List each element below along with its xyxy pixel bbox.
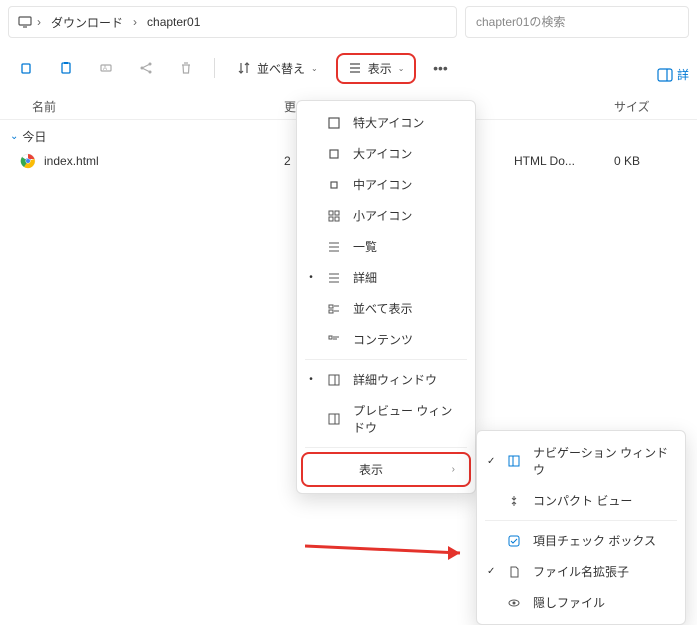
svg-text:A: A (103, 66, 107, 72)
menu-item-item-checkboxes[interactable]: 項目チェック ボックス (477, 525, 685, 556)
col-name[interactable]: 名前 (14, 98, 284, 115)
menu-item-compact-view[interactable]: コンパクト ビュー (477, 485, 685, 516)
share-icon[interactable] (130, 52, 162, 84)
eye-icon (505, 596, 523, 610)
separator (214, 58, 215, 78)
menu-item-tiles[interactable]: 並べて表示 (297, 293, 475, 324)
show-submenu: ✓ナビゲーション ウィンドウ コンパクト ビュー 項目チェック ボックス ✓ファ… (476, 430, 686, 625)
separator (305, 359, 467, 360)
grid-icon (325, 209, 343, 223)
col-type[interactable] (514, 98, 614, 115)
menu-item-show-submenu[interactable]: 表示› (301, 452, 471, 487)
monitor-icon (17, 14, 33, 30)
square-icon (325, 147, 343, 161)
square-icon (325, 116, 343, 130)
breadcrumb-item-chapter01[interactable]: chapter01 (141, 13, 206, 31)
panel-icon (325, 412, 343, 426)
breadcrumb[interactable]: › ダウンロード › chapter01 (8, 6, 457, 38)
copy-icon[interactable] (10, 52, 42, 84)
menu-item-list[interactable]: 一覧 (297, 231, 475, 262)
chevron-down-icon: ⌄ (398, 64, 405, 73)
section-label: 今日 (22, 128, 46, 145)
panel-icon (325, 373, 343, 387)
list-icon (325, 271, 343, 285)
details-toggle[interactable]: 詳 (657, 66, 689, 83)
menu-item-navigation-window[interactable]: ✓ナビゲーション ウィンドウ (477, 437, 685, 485)
checkbox-icon (505, 534, 523, 548)
view-label: 表示 (368, 60, 392, 77)
list-icon (348, 61, 362, 75)
compact-icon (505, 494, 523, 508)
annotation-arrow (305, 538, 475, 568)
sort-label: 並べ替え (257, 60, 305, 77)
square-icon (325, 178, 343, 192)
col-size[interactable]: サイズ (614, 98, 683, 115)
details-label: 詳 (677, 66, 689, 83)
menu-item-extra-large-icons[interactable]: 特大アイコン (297, 107, 475, 138)
tiles-icon (325, 302, 343, 316)
menu-item-details[interactable]: •詳細 (297, 262, 475, 293)
chevron-right-icon: › (131, 15, 139, 29)
delete-icon[interactable] (170, 52, 202, 84)
menu-item-large-icons[interactable]: 大アイコン (297, 138, 475, 169)
chevron-right-icon: › (35, 15, 43, 29)
menu-item-preview-window[interactable]: プレビュー ウィンドウ (297, 395, 475, 443)
more-icon[interactable]: ••• (424, 52, 456, 84)
content-icon (325, 333, 343, 347)
file-icon (505, 565, 523, 579)
sort-icon (237, 61, 251, 75)
rename-icon[interactable]: A (90, 52, 122, 84)
menu-item-hidden-files[interactable]: 隠しファイル (477, 587, 685, 618)
menu-item-filename-extensions[interactable]: ✓ファイル名拡張子 (477, 556, 685, 587)
menu-item-small-icons[interactable]: 小アイコン (297, 200, 475, 231)
list-icon (325, 240, 343, 254)
sort-button[interactable]: 並べ替え ⌄ (227, 55, 328, 82)
panel-icon (505, 454, 523, 468)
menu-item-content[interactable]: コンテンツ (297, 324, 475, 355)
separator (305, 447, 467, 448)
chevron-down-icon: ⌄ (10, 131, 18, 142)
view-menu: 特大アイコン 大アイコン 中アイコン 小アイコン 一覧 •詳細 並べて表示 コン… (296, 100, 476, 494)
menu-item-medium-icons[interactable]: 中アイコン (297, 169, 475, 200)
chrome-icon (20, 153, 36, 169)
file-name: index.html (44, 154, 99, 168)
separator (485, 520, 677, 521)
paste-icon[interactable] (50, 52, 82, 84)
menu-item-details-window[interactable]: •詳細ウィンドウ (297, 364, 475, 395)
file-size: 0 KB (614, 154, 683, 168)
view-button[interactable]: 表示 ⌄ (336, 53, 417, 84)
search-input[interactable]: chapter01の検索 (465, 6, 689, 38)
chevron-down-icon: ⌄ (311, 64, 318, 73)
chevron-right-icon: › (452, 464, 455, 475)
file-type: HTML Do... (514, 154, 614, 168)
breadcrumb-item-downloads[interactable]: ダウンロード (45, 12, 129, 33)
